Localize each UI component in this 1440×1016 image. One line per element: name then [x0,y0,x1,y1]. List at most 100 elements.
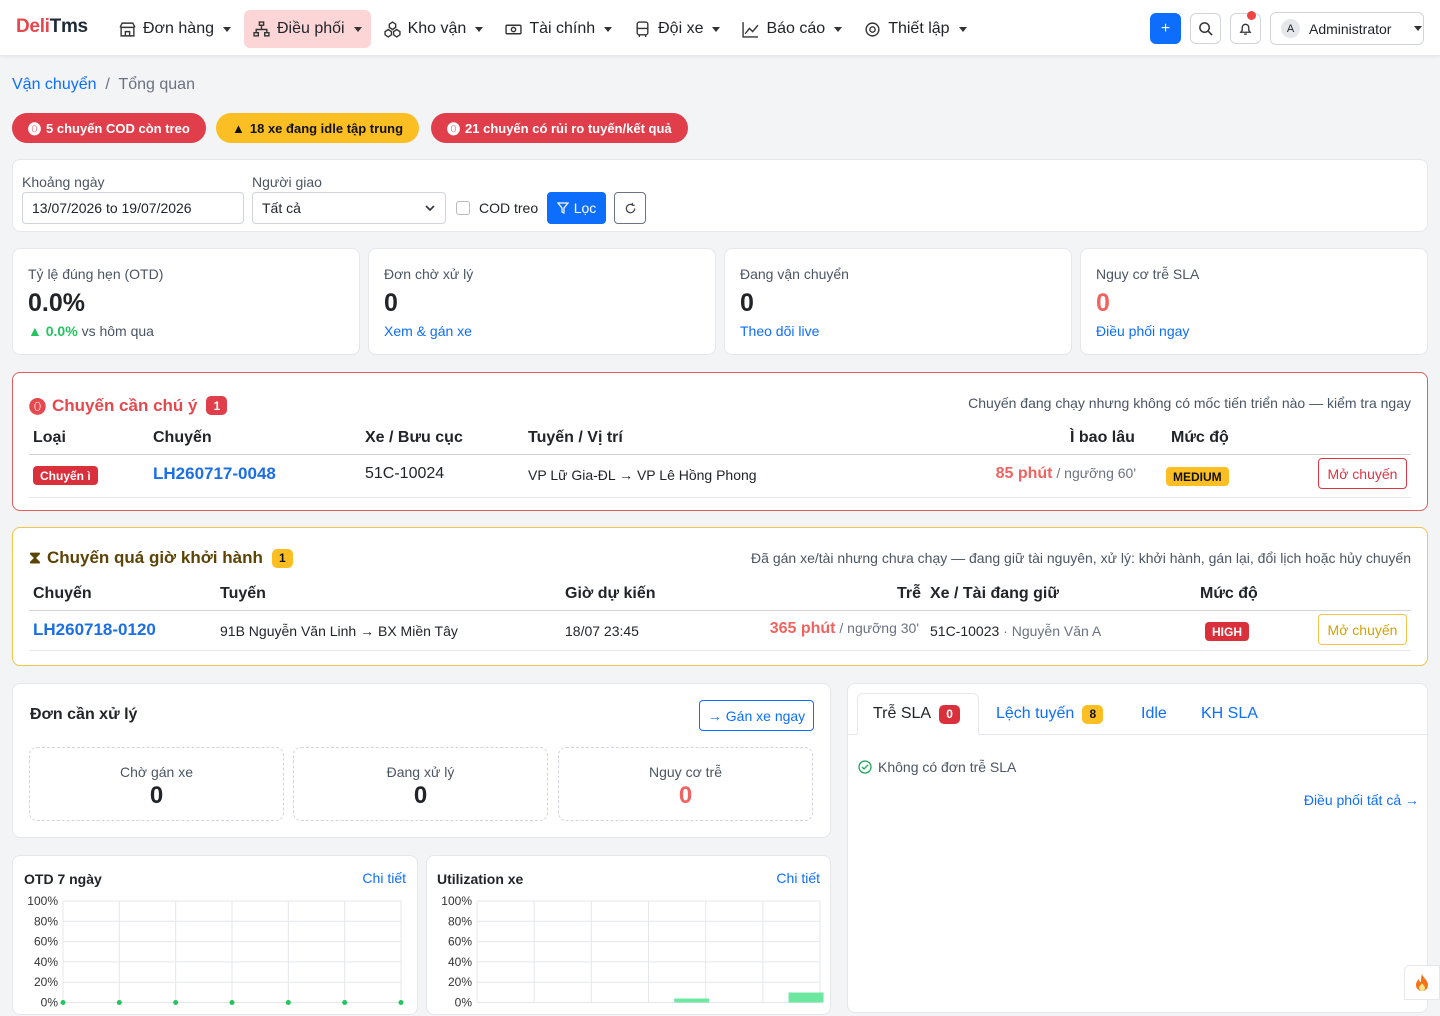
cash-icon [505,24,522,34]
search-button[interactable] [1190,13,1221,44]
chevron-down-icon [1414,26,1423,31]
search-icon [1199,22,1213,36]
kpi-in-transit: Đang vận chuyển 0 Theo dõi live [724,248,1072,355]
trip-link[interactable]: LH260718-0120 [33,620,156,640]
otd-chart-card: OTD 7 ngày Chi tiết 100% 80% 60% 40% 20% 0% [12,855,418,1015]
kpi-sla-risk: Nguy cơ trễ SLA 0 Điều phối ngay [1080,248,1428,355]
chart-detail-link[interactable]: Chi tiết [362,870,406,886]
bar [674,998,710,1003]
notification-dot [1247,11,1256,20]
empty-state: Không có đơn trễ SLA [858,759,1016,775]
org-chart-icon [253,20,270,37]
y-tick-label: 80% [34,914,58,928]
dispatch-all-link[interactable]: Điều phối tất cả → [1304,792,1419,808]
y-tick-label: 20% [34,975,58,989]
breadcrumb-current: Tổng quan [118,76,195,93]
overdue-panel: ⧗ Chuyến quá giờ khởi hành 1 Đã gán xe/tài… [12,527,1428,666]
kpi-link-dispatch[interactable]: Điều phối ngay [1096,323,1189,339]
top-navbar: DeliTms Đơn hàng Điều phối Kho vận Tài c… [0,0,1440,56]
data-point [398,1000,404,1005]
fire-icon[interactable] [1404,965,1440,1000]
refresh-icon [625,202,635,213]
warning-icon: ▲ [232,120,245,136]
open-trip-button[interactable]: Mở chuyến [1318,458,1407,489]
kpi-link-assign[interactable]: Xem & gán xe [384,323,472,339]
data-point [342,1000,348,1005]
attention-title: ⓿ Chuyến cần chú ý1 [29,393,228,418]
y-tick-label: 40% [448,955,472,969]
refresh-button[interactable] [614,192,646,224]
y-tick-label: 0% [41,996,59,1010]
bar [788,992,824,1003]
alert-icon: ⓿ [29,398,46,417]
user-menu[interactable]: A Administrator [1270,12,1424,45]
cod-checkbox[interactable] [456,201,470,215]
y-tick-label: 20% [448,975,472,989]
severity-badge: MEDIUM [1166,467,1229,486]
attention-panel: ⓿ Chuyến cần chú ý1 Chuyến đang chạy nhưn… [12,372,1428,511]
shipper-label: Người giao [252,174,322,190]
y-tick-label: 100% [27,894,58,908]
avatar: A [1281,19,1300,38]
shipper-select[interactable]: Tất cả [252,192,446,224]
check-circle-icon [858,760,872,774]
chart-detail-link[interactable]: Chi tiết [776,870,820,886]
tab-sla-late[interactable]: Trễ SLA 0 [873,693,961,735]
stat-box-waiting: Chờ gán xe 0 [29,747,284,821]
data-point [60,1000,66,1005]
tab-off-route[interactable]: Lệch tuyến 8 [996,693,1104,735]
orders-title: Đơn cần xử lý [30,706,138,723]
nav-item-reports[interactable]: Báo cáo [733,10,851,48]
alert-pill-idle[interactable]: ▲ 18 xe đang idle tập trung [216,113,420,143]
chart-title: Utilization xe [437,871,524,887]
funnel-icon [556,202,569,214]
utilization-chart-card: Utilization xe Chi tiết 100% 80% 60% 40% 20%… [426,855,831,1015]
nav-item-finance[interactable]: Tài chính [496,10,621,48]
bell-icon [1239,23,1252,35]
breadcrumb: Vận chuyển / Tổng quan [12,76,195,93]
alert-pill-cod[interactable]: ⓿5 chuyến COD còn treo [12,113,206,143]
cod-label: COD treo [479,200,539,216]
add-button[interactable]: + [1150,13,1181,44]
filter-button[interactable]: Lọc [547,192,606,224]
boxes-icon [383,20,401,38]
data-point [285,1000,291,1005]
utilization-chart: 100% 80% 60% 40% 20% 0% [441,894,824,1010]
overdue-title: ⧗ Chuyến quá giờ khởi hành 1 [29,548,293,568]
data-point [229,1000,235,1005]
breadcrumb-root[interactable]: Vận chuyển [12,76,97,93]
open-trip-button[interactable]: Mở chuyến [1318,614,1407,645]
y-tick-label: 100% [441,894,472,908]
nav-item-fleet[interactable]: Đội xe [625,10,729,48]
nav-item-warehouse[interactable]: Kho vận [375,10,493,48]
bus-icon [636,20,649,37]
alert-icon: ⓿ [28,121,42,137]
stat-box-processing: Đang xử lý 0 [293,747,548,821]
main-menu: Đơn hàng Điều phối Kho vận Tài chính Đội… [110,10,976,48]
nav-item-orders[interactable]: Đơn hàng [110,10,240,48]
hourglass-icon: ⧗ [29,548,41,567]
kpi-link-live[interactable]: Theo dõi live [740,323,819,339]
nav-item-dispatch[interactable]: Điều phối [243,10,371,48]
chart-line-icon [742,21,759,38]
store-icon [119,21,136,37]
table-row: Chuyến ì [33,466,98,485]
severity-badge: HIGH [1205,622,1249,641]
trip-link[interactable]: LH260717-0048 [153,464,276,484]
notifications-button[interactable] [1230,11,1261,44]
data-point [173,1000,179,1005]
date-range-label: Khoảng ngày [22,174,105,190]
nav-item-settings[interactable]: Thiết lập [855,10,975,48]
filter-bar: Khoảng ngày 13/07/2026 to 19/07/2026 Ngư… [12,159,1428,232]
tab-idle[interactable]: Idle [1141,693,1167,735]
date-range-input[interactable]: 13/07/2026 to 19/07/2026 [22,192,244,224]
assign-now-button[interactable]: → Gán xe ngay [699,700,814,731]
otd-chart: 100% 80% 60% 40% 20% 0% [27,894,404,1010]
tab-customer-sla[interactable]: KH SLA [1201,693,1258,735]
brand-logo[interactable]: DeliTms [16,16,88,38]
y-tick-label: 40% [34,955,58,969]
data-point [116,1000,122,1005]
alert-pill-risk[interactable]: ⓿ 21 chuyến có rủi ro tuyến/kết quả [431,113,688,143]
chart-title: OTD 7 ngày [24,871,102,887]
y-tick-label: 60% [448,935,472,949]
